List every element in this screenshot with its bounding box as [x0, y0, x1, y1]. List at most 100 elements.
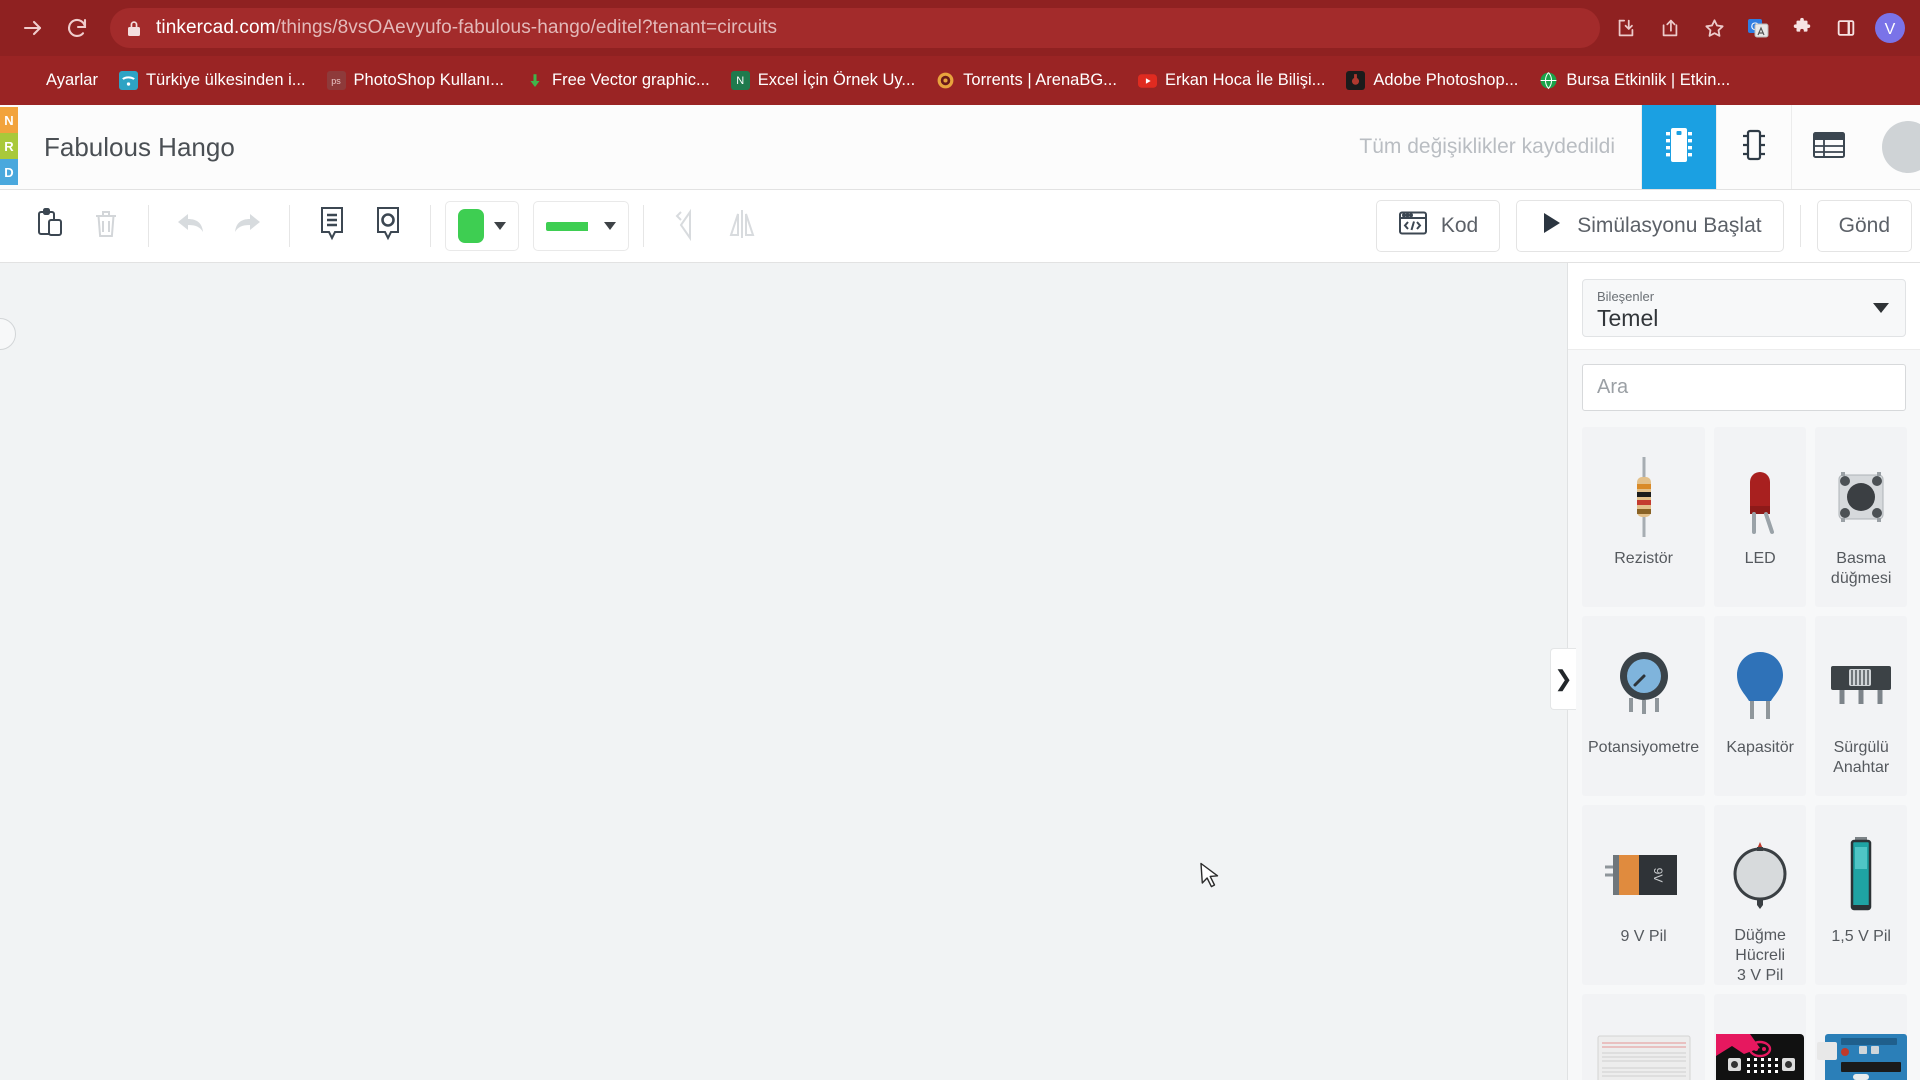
bookmark-label: Ayarlar [46, 71, 98, 89]
share-icon[interactable] [1650, 8, 1690, 48]
paste-button[interactable] [22, 200, 78, 252]
component-card-coin-cell[interactable]: Düğme Hücreli 3 V Pil [1714, 805, 1807, 985]
arduino-icon [1815, 1012, 1908, 1080]
bookmark-label: Türkiye ülkesinden i... [145, 71, 306, 89]
microbit-icon [1714, 1012, 1806, 1080]
profile-avatar[interactable]: V [1870, 8, 1910, 48]
mirror-button[interactable] [714, 200, 770, 252]
bookmark-item[interactable]: Türkiye ülkesinden i... [110, 66, 315, 95]
component-label: Rezistör [1614, 550, 1673, 567]
components-category-wrap: Bileşenler Temel [1568, 263, 1920, 349]
chevron-down-icon [494, 222, 506, 230]
component-search-wrap [1568, 349, 1920, 427]
sidepanel-icon[interactable] [1826, 8, 1866, 48]
bookmark-item[interactable]: N Excel İçin Örnek Uy... [722, 66, 924, 95]
component-card-resistor[interactable]: Rezistör [1582, 427, 1706, 607]
page-title: Fabulous Hango [44, 131, 235, 162]
wire-style-picker[interactable] [533, 201, 629, 251]
bookmark-item[interactable]: ps PhotoShop Kullanı... [318, 66, 513, 95]
component-color-picker[interactable] [445, 201, 519, 251]
mirror-icon [725, 207, 759, 246]
component-card-led[interactable]: LED [1714, 427, 1807, 607]
table-list-icon [1811, 129, 1847, 166]
url-bar[interactable]: tinkercad.com/things/8vsOAevyufo-fabulou… [110, 8, 1600, 48]
extensions-icon[interactable] [1782, 8, 1822, 48]
header-right-group: Tüm değişiklikler kaydedildi [1359, 105, 1920, 189]
forward-button[interactable] [14, 9, 52, 47]
start-simulation-label: Simülasyonu Başlat [1577, 214, 1762, 237]
bookmark-item[interactable]: Free Vector graphic... [516, 66, 719, 95]
pin-callout-icon [372, 205, 404, 248]
tab-schematic-view[interactable] [1716, 105, 1791, 189]
annotation-group [290, 190, 430, 262]
bookmark-item[interactable]: Torrents | ArenaBG... [927, 66, 1126, 95]
bookmark-label: Erkan Hoca İle Bilişi... [1164, 71, 1326, 89]
bookmark-item[interactable]: Bursa Etkinlik | Etkin... [1530, 66, 1739, 95]
translate-icon[interactable]: G [1738, 8, 1778, 48]
notes-button[interactable] [304, 200, 360, 252]
component-card-arduino[interactable] [1815, 994, 1908, 1080]
component-card-pushbutton[interactable]: Basma düğmesi [1815, 427, 1908, 607]
chip-schematic-icon [1737, 125, 1771, 170]
send-button[interactable]: Gönd [1816, 200, 1912, 252]
bookmark-star-icon[interactable] [1694, 8, 1734, 48]
clipboard-paste-icon [34, 207, 66, 246]
component-card-capacitor[interactable]: Kapasitör [1714, 616, 1807, 796]
component-label: Basma düğmesi [1830, 550, 1892, 587]
bookmark-item[interactable]: Erkan Hoca İle Bilişi... [1129, 66, 1334, 95]
brand-letter-d: D [0, 159, 18, 185]
user-avatar[interactable] [1882, 121, 1920, 173]
rotate-icon [670, 207, 702, 246]
target-icon [936, 71, 955, 90]
send-button-label: Gönd [1838, 214, 1890, 237]
editor-toolbar: Kod Simülasyonu Başlat Gönd [0, 190, 1920, 263]
panel-collapse-button[interactable]: ❯ [1550, 648, 1576, 710]
code-button-label: Kod [1440, 214, 1479, 237]
color-swatch [458, 209, 484, 243]
tab-components-view[interactable] [1641, 105, 1716, 189]
workplane-left-handle[interactable] [0, 318, 16, 350]
redo-arrow-icon [230, 209, 264, 244]
circuit-workplane[interactable] [0, 263, 1568, 1080]
photoshop-tutorial-icon: ps [326, 71, 346, 90]
browser-chrome: tinkercad.com/things/8vsOAevyufo-fabulou… [0, 0, 1920, 105]
search-input[interactable] [1582, 364, 1906, 411]
omnibox-row: tinkercad.com/things/8vsOAevyufo-fabulou… [0, 0, 1920, 56]
start-simulation-button[interactable]: Simülasyonu Başlat [1516, 200, 1784, 252]
reload-button[interactable] [58, 9, 96, 47]
component-card-battery-9v[interactable]: 9V 9 V Pil [1582, 805, 1706, 985]
component-card-potentiometer[interactable]: Potansiyometre [1582, 616, 1706, 796]
undo-button[interactable] [163, 200, 219, 252]
toolbar-divider [1799, 205, 1801, 247]
bookmark-item[interactable]: Ayarlar [10, 66, 107, 95]
undo-arrow-icon [174, 209, 208, 244]
brand-logo[interactable]: N R D [0, 105, 18, 189]
component-card-slide-switch[interactable]: Sürgülü Anahtar [1815, 616, 1908, 796]
downloads-icon[interactable] [1606, 8, 1646, 48]
component-label: 9 V Pil [1620, 928, 1667, 945]
led-icon [1714, 445, 1806, 549]
component-card-breadboard[interactable] [1582, 994, 1706, 1080]
component-label: Düğme Hücreli 3 V Pil [1734, 926, 1786, 984]
transform-group [644, 190, 784, 262]
components-category-dropdown[interactable]: Bileşenler Temel [1582, 279, 1906, 337]
tab-list-view[interactable] [1791, 105, 1866, 189]
code-button[interactable]: Kod [1375, 200, 1501, 252]
bookmark-label: Bursa Etkinlik | Etkin... [1566, 71, 1731, 89]
breadboard-icon [1582, 1012, 1705, 1080]
component-label: 1,5 V Pil [1831, 928, 1891, 945]
bookmark-label: PhotoShop Kullanı... [353, 71, 504, 89]
lock-icon [126, 19, 142, 38]
bookmark-item[interactable]: Adobe Photoshop... [1337, 66, 1527, 95]
delete-button[interactable] [78, 200, 134, 252]
slide-switch-icon [1815, 634, 1907, 738]
app-header: N R D Fabulous Hango Tüm değişiklikler k… [0, 105, 1920, 190]
component-card-battery-aa[interactable]: 1,5 V Pil [1815, 805, 1908, 985]
trash-icon [91, 207, 121, 246]
redo-button[interactable] [219, 200, 275, 252]
component-card-microbit[interactable] [1714, 994, 1807, 1080]
annotation-button[interactable] [360, 200, 416, 252]
rotate-button[interactable] [658, 200, 714, 252]
component-label: Kapasitör [1726, 739, 1794, 756]
components-panel: ❯ Bileşenler Temel Ara Rezistör LED Basm… [1550, 263, 1920, 1080]
